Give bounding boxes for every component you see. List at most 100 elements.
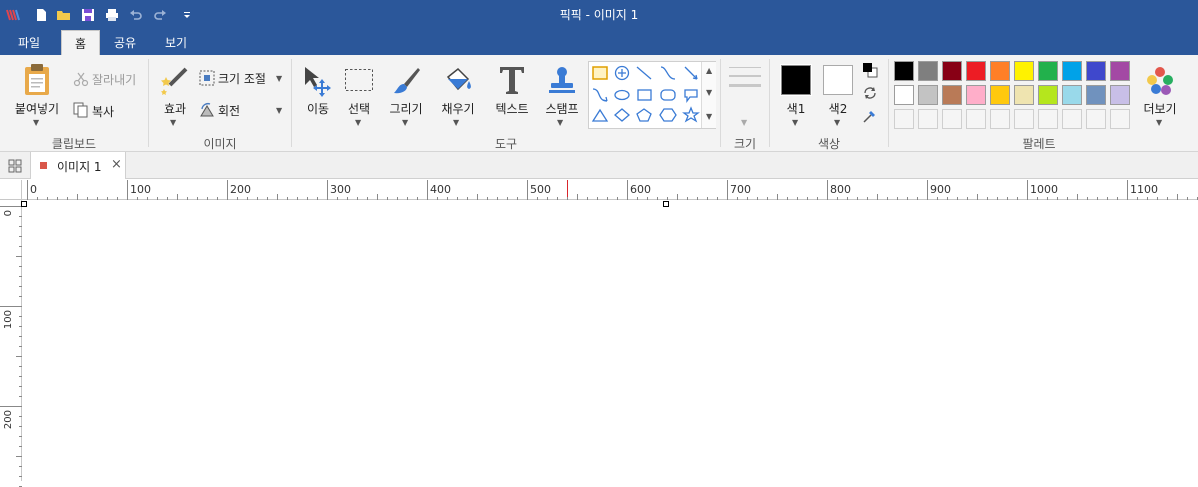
gallery-expand-icon[interactable]: ▼ <box>706 112 712 121</box>
cut-icon[interactable] <box>73 71 89 87</box>
color1-swatch[interactable] <box>780 64 812 96</box>
move-icon[interactable] <box>302 65 334 97</box>
group-separator <box>769 59 770 147</box>
palette-swatch-empty[interactable] <box>990 109 1010 129</box>
draw-dropdown-icon[interactable]: ▼ <box>402 118 408 127</box>
select-dropdown-icon[interactable]: ▼ <box>355 118 361 127</box>
color2-dropdown-icon[interactable]: ▼ <box>834 118 840 127</box>
resize-handle-top-left[interactable] <box>21 201 27 207</box>
fill-tool-button[interactable]: 채우기 <box>436 100 480 117</box>
palette-swatch-empty[interactable] <box>1014 109 1034 129</box>
line-size-icon[interactable] <box>728 65 762 95</box>
palette-swatch[interactable] <box>1014 61 1034 81</box>
default-colors-icon[interactable] <box>862 62 878 78</box>
palette-swatch-empty[interactable] <box>1086 109 1106 129</box>
resize-button[interactable]: 크기 조절 <box>218 70 266 87</box>
gallery-down-icon[interactable]: ▼ <box>706 88 712 97</box>
color-picker-icon[interactable] <box>862 108 878 124</box>
effects-button[interactable]: 효과 <box>160 100 190 117</box>
tab-view[interactable]: 보기 <box>152 30 200 55</box>
ruler-tick <box>97 197 98 200</box>
effects-dropdown-icon[interactable]: ▼ <box>170 118 176 127</box>
paste-icon[interactable] <box>22 63 52 97</box>
tab-share[interactable]: 공유 <box>104 30 146 55</box>
ruler-tick <box>477 194 478 200</box>
stamp-icon[interactable] <box>546 65 578 97</box>
paste-dropdown-icon[interactable]: ▼ <box>33 118 39 127</box>
palette-swatch[interactable] <box>1038 61 1058 81</box>
fill-bucket-icon[interactable] <box>442 65 474 97</box>
more-colors-button[interactable]: 더보기 <box>1138 100 1182 117</box>
palette-swatch[interactable] <box>966 85 986 105</box>
stamp-dropdown-icon[interactable]: ▼ <box>557 118 563 127</box>
tab-file[interactable]: 파일 <box>6 30 52 55</box>
document-tab[interactable]: 이미지 1 × <box>30 152 126 179</box>
image-canvas[interactable] <box>21 201 1198 481</box>
ruler-tick <box>67 197 68 200</box>
rotate-icon[interactable] <box>198 101 216 119</box>
ruler-tick <box>16 356 22 357</box>
palette-swatch-empty[interactable] <box>1110 109 1130 129</box>
color1-button[interactable]: 색1 <box>781 100 811 117</box>
stamp-tool-button[interactable]: 스탬프 <box>540 100 584 117</box>
ruler-tick <box>937 197 938 200</box>
palette-swatch[interactable] <box>966 61 986 81</box>
palette-swatch-empty[interactable] <box>894 109 914 129</box>
ruler-tick <box>1187 197 1188 200</box>
palette-swatch[interactable] <box>1014 85 1034 105</box>
grid-view-icon[interactable] <box>7 158 23 174</box>
swap-colors-icon[interactable] <box>862 85 878 101</box>
select-icon[interactable] <box>344 68 374 92</box>
ruler-tick <box>19 386 22 387</box>
palette-swatch[interactable] <box>894 85 914 105</box>
resize-dropdown-icon[interactable]: ▼ <box>276 74 282 83</box>
palette-swatch[interactable] <box>1086 61 1106 81</box>
ruler-tick <box>487 197 488 200</box>
resize-icon[interactable] <box>198 69 216 87</box>
palette-swatch[interactable] <box>918 61 938 81</box>
gallery-scrollbar[interactable]: ▲ ▼ ▼ <box>701 62 716 128</box>
palette-swatch-empty[interactable] <box>918 109 938 129</box>
color2-swatch[interactable] <box>823 65 853 95</box>
more-colors-dropdown-icon[interactable]: ▼ <box>1156 118 1162 127</box>
palette-swatch[interactable] <box>942 61 962 81</box>
palette-swatch-empty[interactable] <box>1038 109 1058 129</box>
color1-dropdown-icon[interactable]: ▼ <box>792 118 798 127</box>
palette-swatch-empty[interactable] <box>1062 109 1082 129</box>
cut-button[interactable]: 잘라내기 <box>92 71 136 88</box>
palette-swatch[interactable] <box>990 61 1010 81</box>
tab-home[interactable]: 홈 <box>61 30 100 55</box>
rotate-button[interactable]: 회전 <box>218 102 240 119</box>
palette-swatch[interactable] <box>942 85 962 105</box>
text-tool-button[interactable]: 텍스트 <box>488 100 536 117</box>
more-colors-icon[interactable] <box>1144 65 1176 97</box>
copy-button[interactable]: 복사 <box>92 103 114 120</box>
palette-swatch[interactable] <box>894 61 914 81</box>
text-icon[interactable] <box>496 63 528 97</box>
draw-tool-button[interactable]: 그리기 <box>386 100 426 117</box>
palette-swatch[interactable] <box>1110 85 1130 105</box>
move-tool-button[interactable]: 이동 <box>303 100 333 117</box>
resize-handle-top-middle[interactable] <box>663 201 669 207</box>
draw-brush-icon[interactable] <box>390 65 422 97</box>
palette-swatch[interactable] <box>1062 85 1082 105</box>
palette-swatch[interactable] <box>1110 61 1130 81</box>
palette-swatch-empty[interactable] <box>966 109 986 129</box>
effects-icon[interactable] <box>158 65 190 97</box>
palette-swatch[interactable] <box>990 85 1010 105</box>
size-dropdown-icon[interactable]: ▼ <box>741 118 747 127</box>
copy-icon[interactable] <box>73 102 89 118</box>
ruler-label: 400 <box>430 183 451 196</box>
palette-swatch[interactable] <box>1062 61 1082 81</box>
color2-button[interactable]: 색2 <box>823 100 853 117</box>
gallery-up-icon[interactable]: ▲ <box>706 66 712 75</box>
palette-swatch-empty[interactable] <box>942 109 962 129</box>
select-tool-button[interactable]: 선택 <box>344 100 374 117</box>
palette-swatch[interactable] <box>1086 85 1106 105</box>
palette-swatch[interactable] <box>1038 85 1058 105</box>
rotate-dropdown-icon[interactable]: ▼ <box>276 106 282 115</box>
palette-swatch[interactable] <box>918 85 938 105</box>
paste-button[interactable]: 붙여넣기 <box>6 100 68 117</box>
document-close-icon[interactable]: × <box>111 157 122 172</box>
fill-dropdown-icon[interactable]: ▼ <box>453 118 459 127</box>
